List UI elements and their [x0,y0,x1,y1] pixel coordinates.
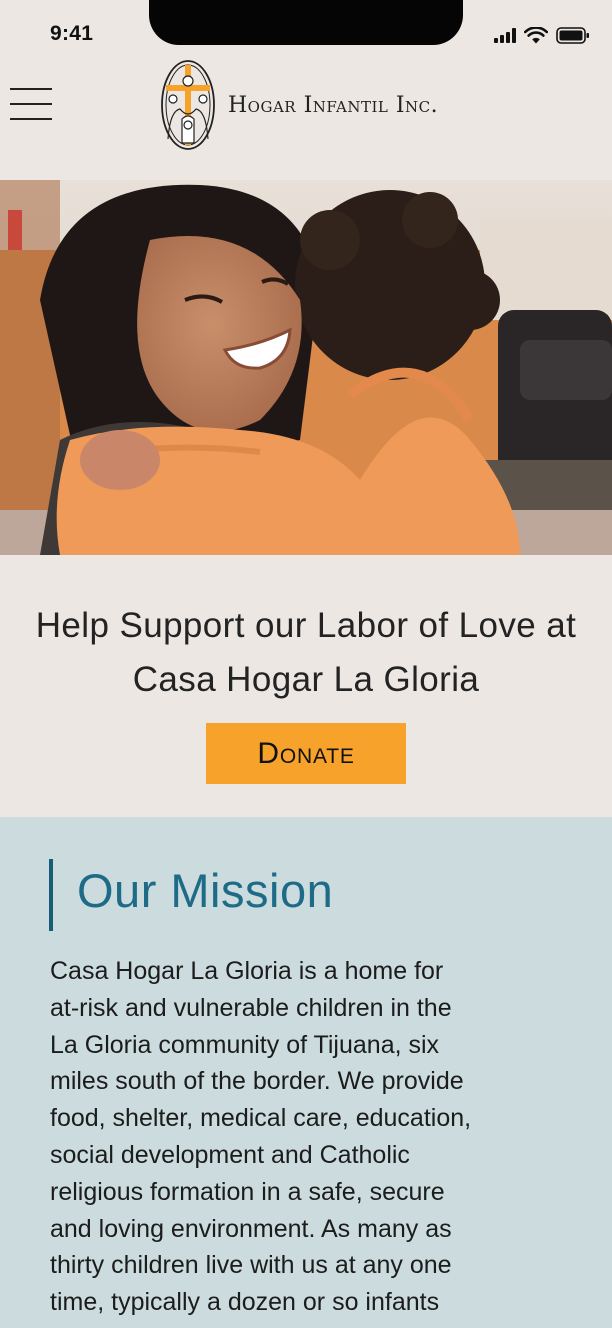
hero-image [0,180,612,555]
mission-accent-bar [49,859,53,931]
status-icons [494,27,590,44]
app-screen: 9:41 Hogar Infantil Inc. Help Support ou… [0,0,612,1328]
cta-headline: Help Support our Labor of Love at Casa H… [35,606,577,699]
status-time: 9:41 [50,22,94,45]
org-name: Hogar Infantil Inc. [228,92,439,118]
hamburger-menu-icon[interactable] [10,88,52,120]
donate-button[interactable]: Donate [206,723,406,784]
hogar-infantil-logo [161,60,215,150]
site-header: Hogar Infantil Inc. [0,55,612,180]
mission-section: Our Mission Casa Hogar La Gloria is a ho… [0,817,612,1328]
logo-link[interactable]: Hogar Infantil Inc. [160,59,438,151]
signal-icon [494,28,516,43]
wifi-icon [524,27,548,44]
mission-title: Our Mission [77,864,334,917]
donation-cta: Help Support our Labor of Love at Casa H… [0,555,612,817]
battery-icon [556,27,589,44]
device-notch [149,0,463,45]
mission-body: Casa Hogar La Gloria is a home for at-ri… [50,957,472,1317]
